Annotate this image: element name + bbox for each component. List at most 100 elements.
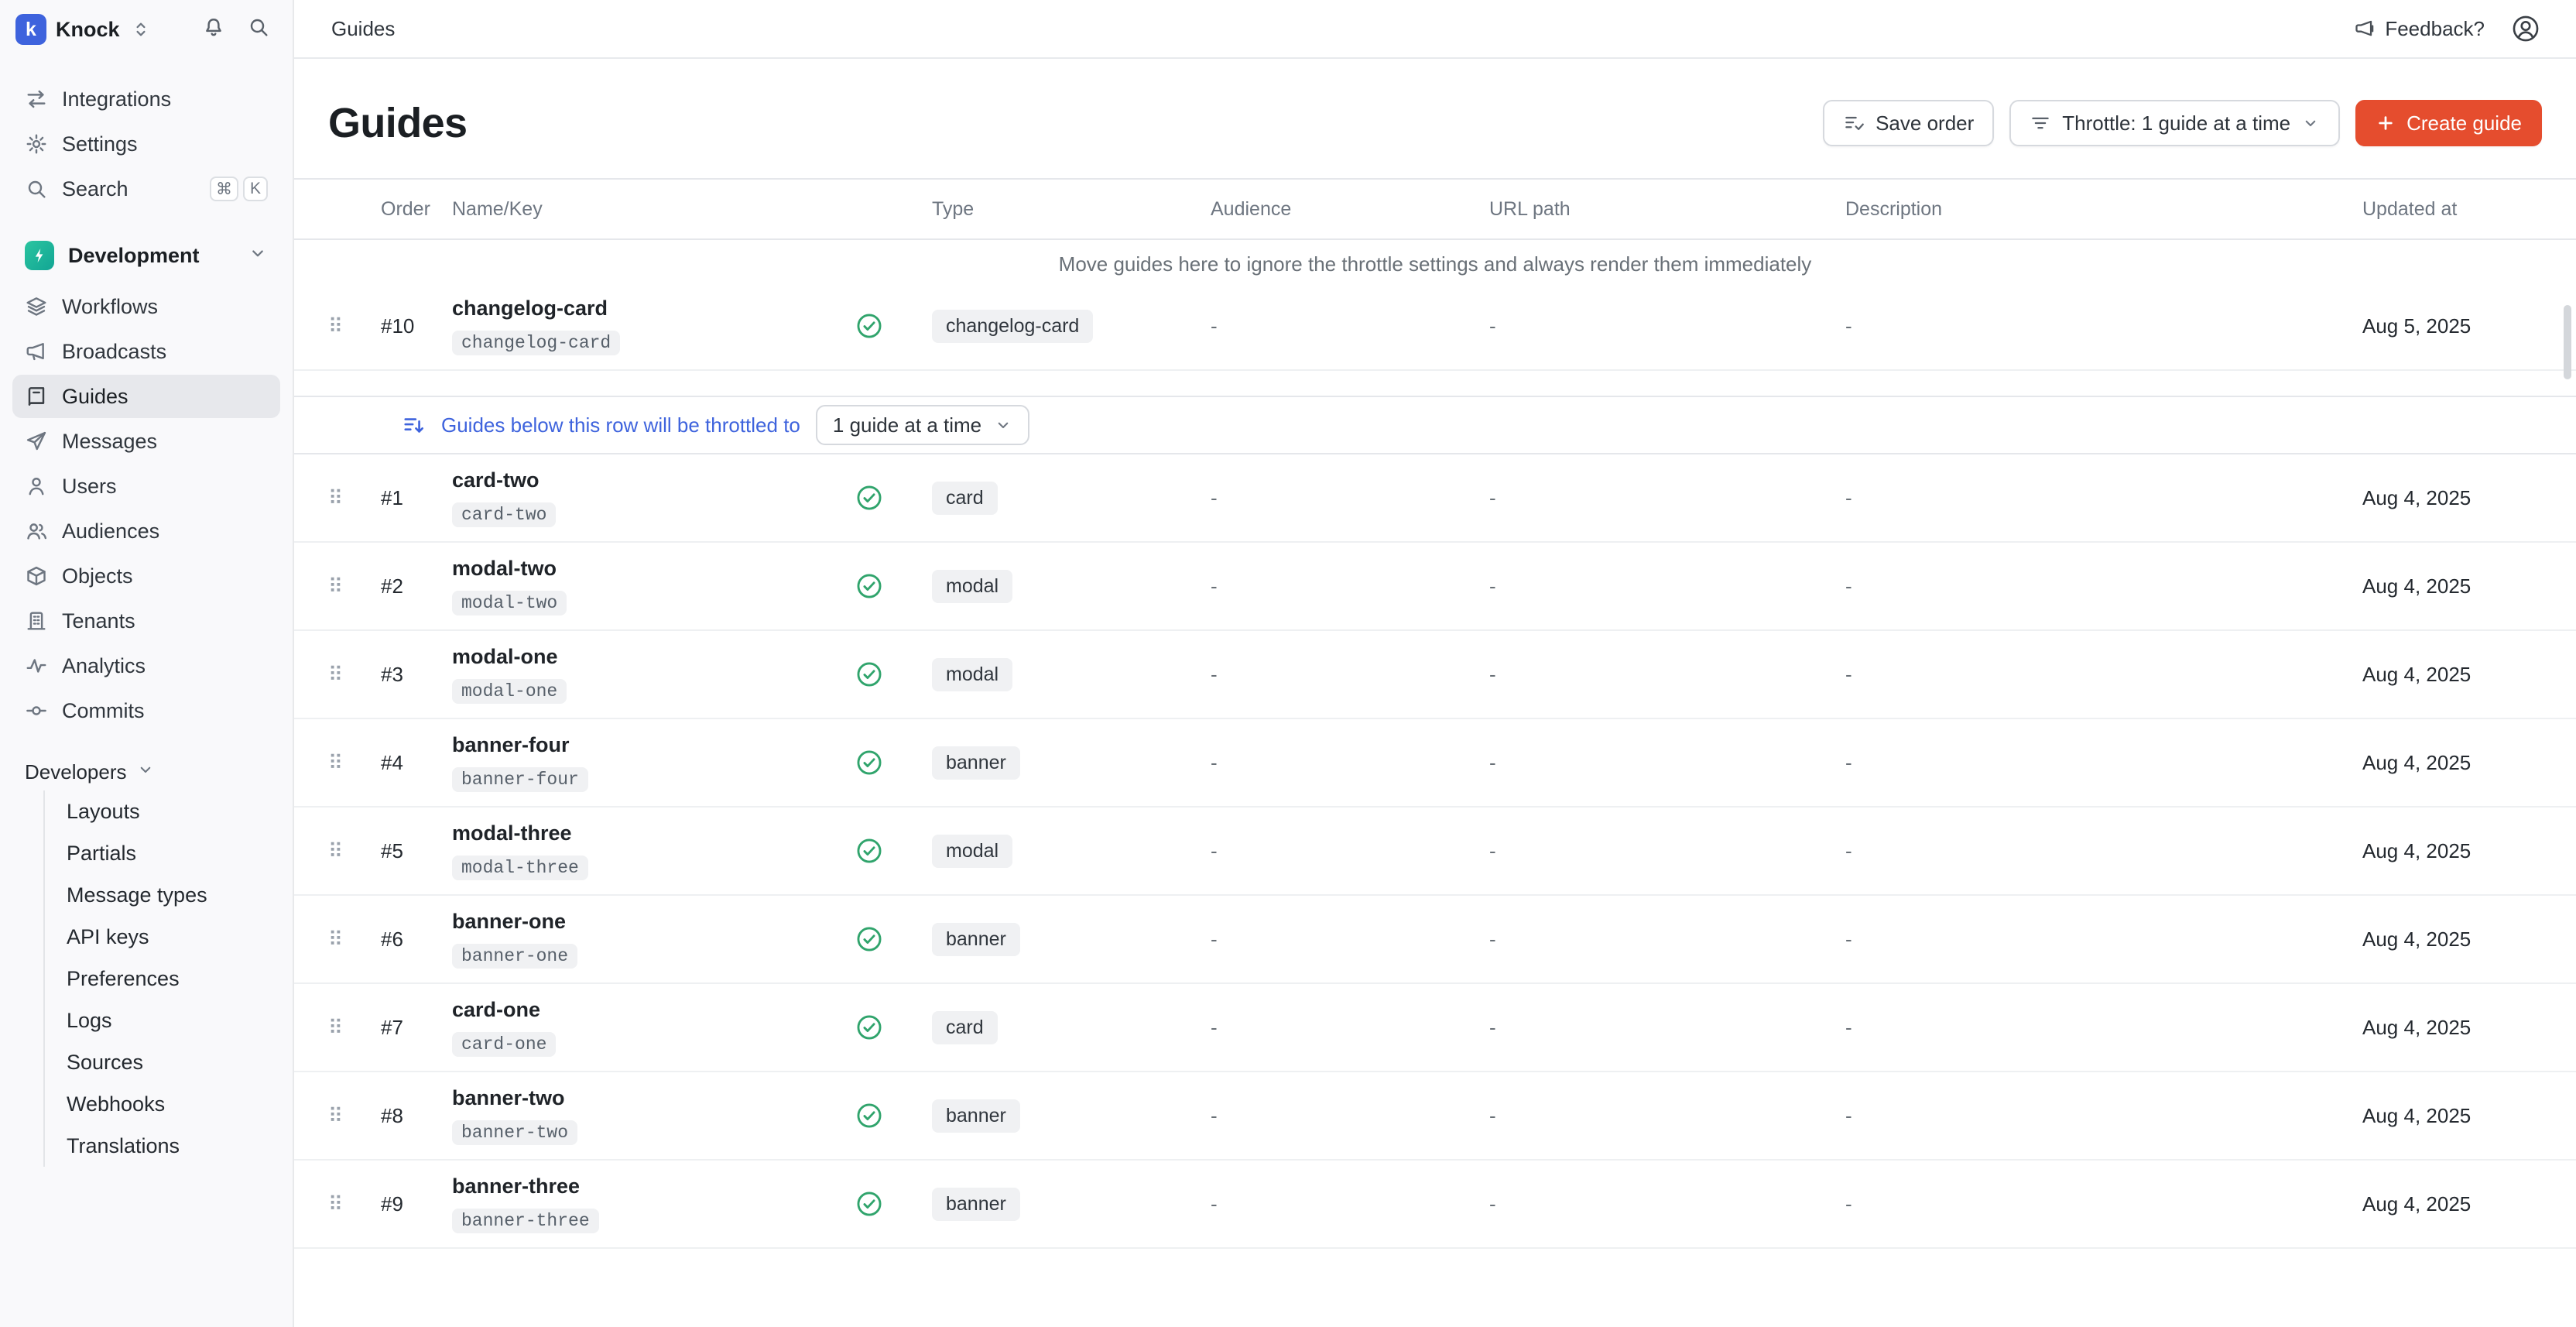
account-menu-button[interactable] (2509, 12, 2542, 45)
sidebar-item-translations[interactable]: Translations (45, 1125, 280, 1167)
sort-descending-icon (402, 413, 426, 437)
sidebar-item-integrations[interactable]: Integrations (12, 77, 280, 121)
type-cell: modal (932, 658, 1211, 691)
active-check-icon (855, 483, 884, 513)
sidebar-item-label: Analytics (62, 654, 146, 678)
active-check-icon (855, 1189, 884, 1219)
drag-handle-icon[interactable]: ⠿ (328, 1106, 381, 1126)
sidebar-item-workflows[interactable]: Workflows (12, 285, 280, 328)
url-path-cell: - (1489, 1104, 1845, 1128)
active-check-icon (855, 571, 884, 601)
sidebar-item-preferences[interactable]: Preferences (45, 958, 280, 1000)
drag-handle-icon[interactable]: ⠿ (328, 576, 381, 596)
drag-handle-icon[interactable]: ⠿ (328, 841, 381, 861)
table-row[interactable]: ⠿ #8 banner-two banner-two banner - - - … (294, 1072, 2576, 1161)
sidebar-item-label: Message types (67, 883, 207, 907)
audience-cell: - (1211, 1016, 1489, 1040)
quick-search-button[interactable] (240, 11, 277, 48)
create-guide-button[interactable]: Create guide (2355, 100, 2542, 146)
description-cell: - (1845, 751, 2362, 775)
throttle-row-select[interactable]: 1 guide at a time (816, 405, 1029, 445)
table-row[interactable]: ⠿ #10 changelog-card changelog-card chan… (294, 283, 2576, 371)
sidebar-item-broadcasts[interactable]: Broadcasts (12, 330, 280, 373)
workspace-switcher[interactable]: k Knock (15, 14, 152, 45)
drag-handle-icon[interactable]: ⠿ (328, 488, 381, 508)
guide-key-chip: banner-two (452, 1120, 577, 1145)
throttle-dropdown-button[interactable]: Throttle: 1 guide at a time (2009, 100, 2340, 146)
description-cell: - (1845, 928, 2362, 952)
sidebar-item-audiences[interactable]: Audiences (12, 509, 280, 553)
guide-type-chip: banner (932, 1188, 1020, 1221)
sidebar-item-search[interactable]: Search ⌘ K (12, 167, 280, 211)
url-path-cell: - (1489, 663, 1845, 687)
url-path-cell: - (1489, 751, 1845, 775)
sidebar-item-layouts[interactable]: Layouts (45, 790, 280, 832)
chevron-down-icon (2301, 114, 2320, 132)
status-cell (855, 748, 932, 777)
table-row[interactable]: ⠿ #5 modal-three modal-three modal - - -… (294, 808, 2576, 896)
throttle-label: Throttle: 1 guide at a time (2062, 111, 2290, 135)
sidebar-item-logs[interactable]: Logs (45, 1000, 280, 1041)
guide-key-chip: banner-three (452, 1209, 599, 1233)
scrollbar-thumb[interactable] (2564, 305, 2571, 379)
sidebar-item-guides[interactable]: Guides (12, 375, 280, 418)
sidebar-item-label: Layouts (67, 800, 140, 824)
audience-cell: - (1211, 314, 1489, 338)
sidebar-item-users[interactable]: Users (12, 465, 280, 508)
sidebar-item-settings[interactable]: Settings (12, 122, 280, 166)
sidebar-item-analytics[interactable]: Analytics (12, 644, 280, 688)
sidebar-item-messages[interactable]: Messages (12, 420, 280, 463)
guides-icon (25, 385, 48, 408)
table-row[interactable]: ⠿ #6 banner-one banner-one banner - - - … (294, 896, 2576, 984)
url-path-cell: - (1489, 574, 1845, 598)
sidebar-item-sources[interactable]: Sources (45, 1041, 280, 1083)
sidebar-item-message-types[interactable]: Message types (45, 874, 280, 916)
guide-key-chip: modal-one (452, 679, 567, 704)
guide-name-cell: card-two card-two (452, 468, 855, 527)
feedback-button[interactable]: Feedback? (2354, 17, 2485, 41)
updated-at-cell: Aug 4, 2025 (2362, 928, 2542, 952)
developers-section-toggle[interactable]: Developers (25, 760, 268, 784)
sidebar-item-webhooks[interactable]: Webhooks (45, 1083, 280, 1125)
knock-logo: k (15, 14, 46, 45)
drag-handle-icon[interactable]: ⠿ (328, 753, 381, 773)
guide-name: card-two (452, 468, 855, 492)
table-row[interactable]: ⠿ #2 modal-two modal-two modal - - - Aug… (294, 543, 2576, 631)
audience-cell: - (1211, 663, 1489, 687)
sidebar: k Knock (0, 0, 294, 1327)
drag-handle-icon[interactable]: ⠿ (328, 929, 381, 949)
guide-rows: ⠿ #1 card-two card-two card - - - Aug 4,… (294, 454, 2576, 1249)
drag-handle-icon[interactable]: ⠿ (328, 664, 381, 684)
audience-cell: - (1211, 486, 1489, 510)
table-row[interactable]: ⠿ #9 banner-three banner-three banner - … (294, 1161, 2576, 1249)
type-cell: banner (932, 1099, 1211, 1133)
description-cell: - (1845, 1192, 2362, 1216)
drag-handle-icon[interactable]: ⠿ (328, 316, 381, 336)
audience-cell: - (1211, 928, 1489, 952)
sidebar-item-partials[interactable]: Partials (45, 832, 280, 874)
notifications-button[interactable] (195, 11, 232, 48)
guide-name: banner-three (452, 1174, 855, 1198)
updated-at-cell: Aug 4, 2025 (2362, 839, 2542, 863)
table-row[interactable]: ⠿ #7 card-one card-one card - - - Aug 4,… (294, 984, 2576, 1072)
environment-switcher[interactable]: Development (12, 232, 280, 279)
url-path-cell: - (1489, 1016, 1845, 1040)
sidebar-item-api-keys[interactable]: API keys (45, 916, 280, 958)
drag-handle-icon[interactable]: ⠿ (328, 1017, 381, 1037)
column-header-type: Type (932, 198, 1211, 221)
type-cell: modal (932, 570, 1211, 603)
guide-name: banner-four (452, 733, 855, 757)
table-row[interactable]: ⠿ #1 card-two card-two card - - - Aug 4,… (294, 454, 2576, 543)
description-cell: - (1845, 486, 2362, 510)
drag-handle-icon[interactable]: ⠿ (328, 1194, 381, 1214)
table-row[interactable]: ⠿ #4 banner-four banner-four banner - - … (294, 719, 2576, 808)
type-cell: card (932, 1011, 1211, 1044)
type-cell: banner (932, 1188, 1211, 1221)
save-order-button[interactable]: Save order (1823, 100, 1994, 146)
sidebar-item-label: Settings (62, 132, 138, 156)
sidebar-item-commits[interactable]: Commits (12, 689, 280, 732)
guide-name: banner-two (452, 1086, 855, 1110)
table-row[interactable]: ⠿ #3 modal-one modal-one modal - - - Aug… (294, 631, 2576, 719)
sidebar-item-tenants[interactable]: Tenants (12, 599, 280, 643)
sidebar-item-objects[interactable]: Objects (12, 554, 280, 598)
